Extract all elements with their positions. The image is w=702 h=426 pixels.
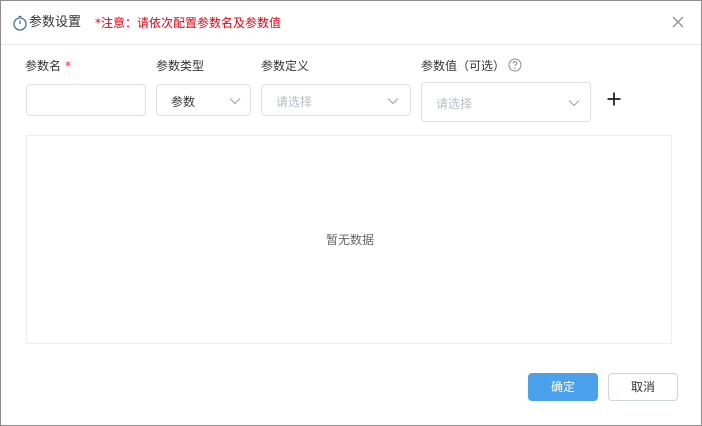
chevron-down-icon: [568, 100, 580, 107]
param-value-placeholder: 请选择: [436, 97, 473, 111]
plus-icon[interactable]: [605, 90, 623, 108]
param-type-select[interactable]: 参数: [156, 84, 251, 116]
close-icon[interactable]: [671, 15, 685, 29]
confirm-button[interactable]: 确定: [528, 373, 598, 401]
cancel-button[interactable]: 取消: [608, 373, 678, 401]
param-value-label: 参数值（可选）: [421, 59, 506, 73]
required-mark: *: [65, 59, 72, 73]
dialog-title: 参数设置: [29, 15, 82, 30]
param-name-input[interactable]: [26, 84, 146, 116]
param-name-label-text: 参数名: [25, 59, 62, 73]
param-type-label: 参数类型: [156, 59, 205, 73]
params-table: 暂无数据: [26, 135, 672, 344]
question-circle-icon[interactable]: [508, 58, 522, 72]
empty-state-text: 暂无数据: [325, 233, 374, 247]
param-value-select[interactable]: 请选择: [421, 82, 591, 122]
notice-text: *注意：请依次配置参数名及参数值: [95, 16, 282, 30]
dialog-header: 参数设置 *注意：请依次配置参数名及参数值: [1, 1, 701, 45]
timer-icon: [13, 15, 27, 31]
param-definition-placeholder: 请选择: [276, 95, 313, 109]
param-settings-dialog: 参数设置 *注意：请依次配置参数名及参数值 参数名 * 参数类型 参数定义 参数值…: [0, 0, 702, 426]
chevron-down-icon: [229, 98, 241, 105]
param-definition-label: 参数定义: [261, 59, 310, 73]
chevron-down-icon: [387, 98, 399, 105]
param-type-selected: 参数: [171, 95, 196, 109]
param-name-label: 参数名 *: [25, 58, 71, 74]
param-definition-select[interactable]: 请选择: [261, 84, 411, 116]
